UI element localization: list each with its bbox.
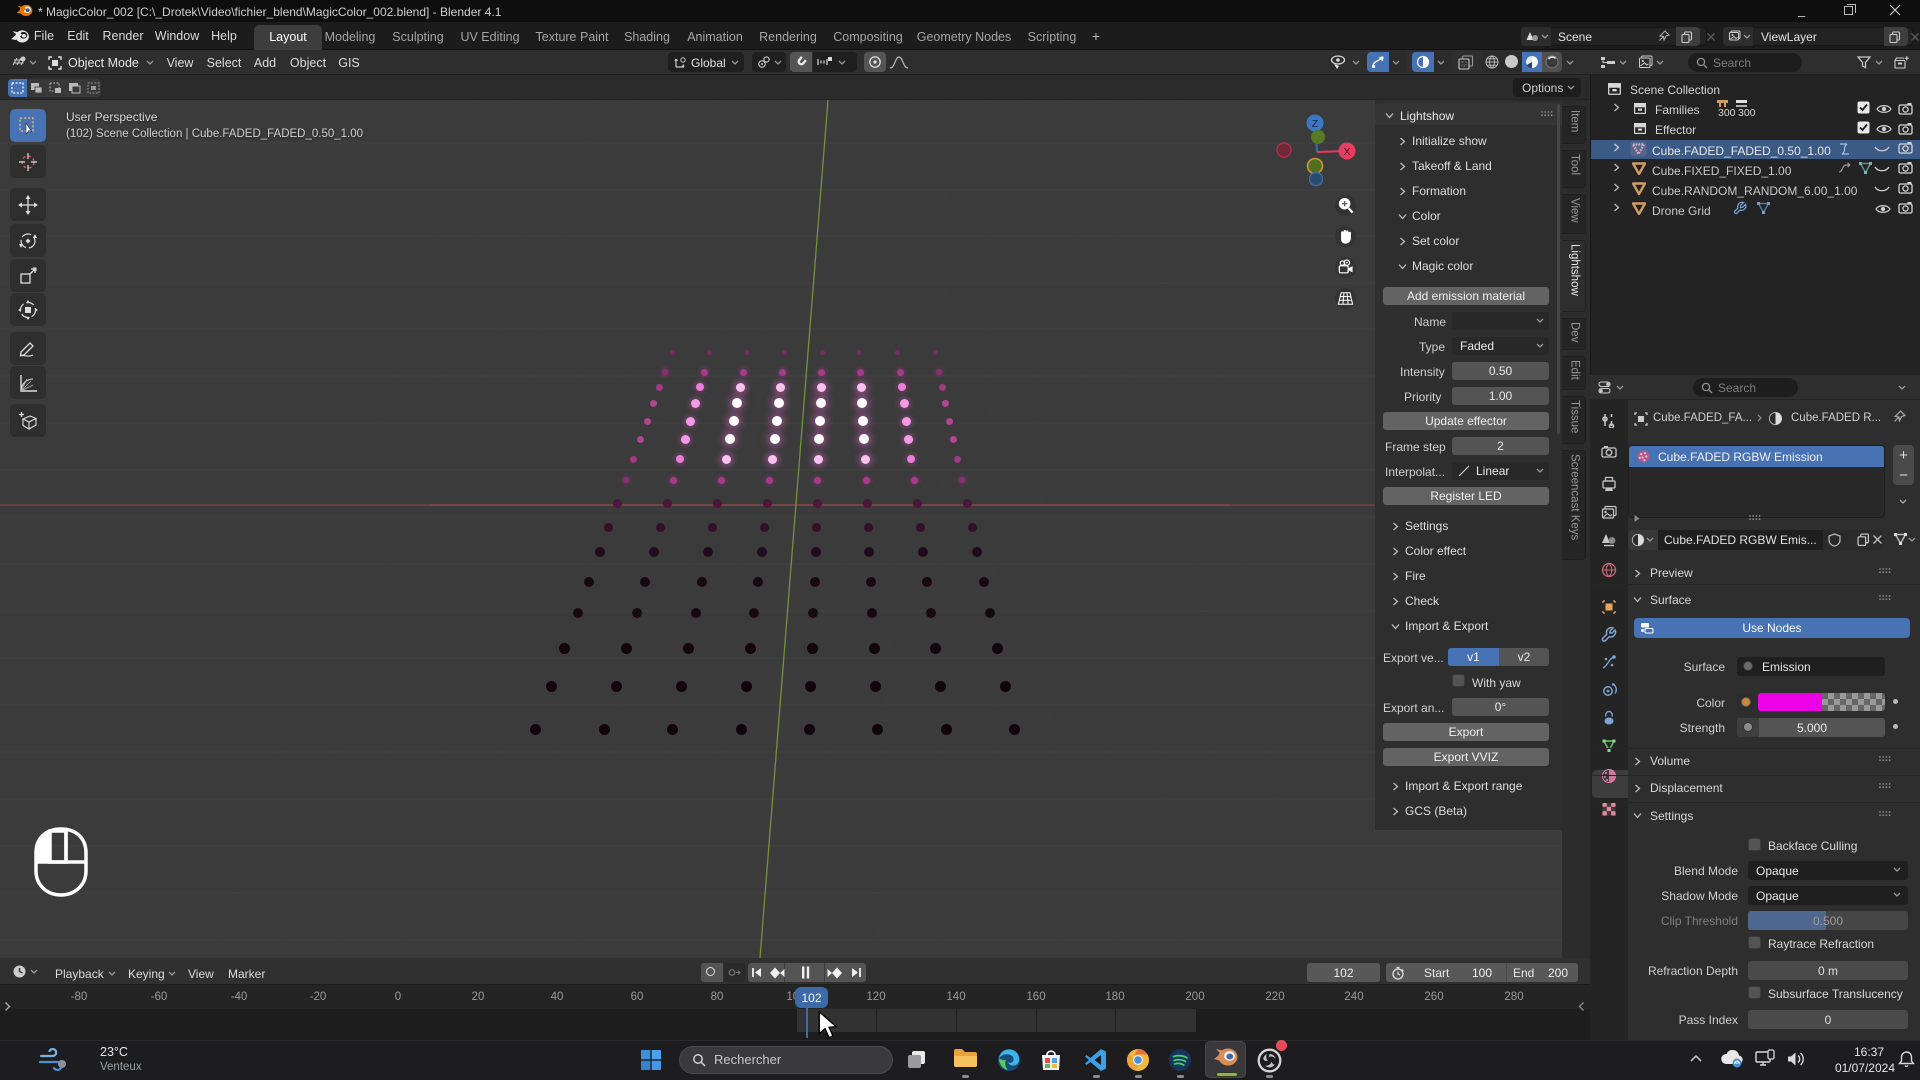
svg-text:X: X bbox=[1343, 146, 1350, 158]
svg-text:Z: Z bbox=[1312, 118, 1319, 130]
